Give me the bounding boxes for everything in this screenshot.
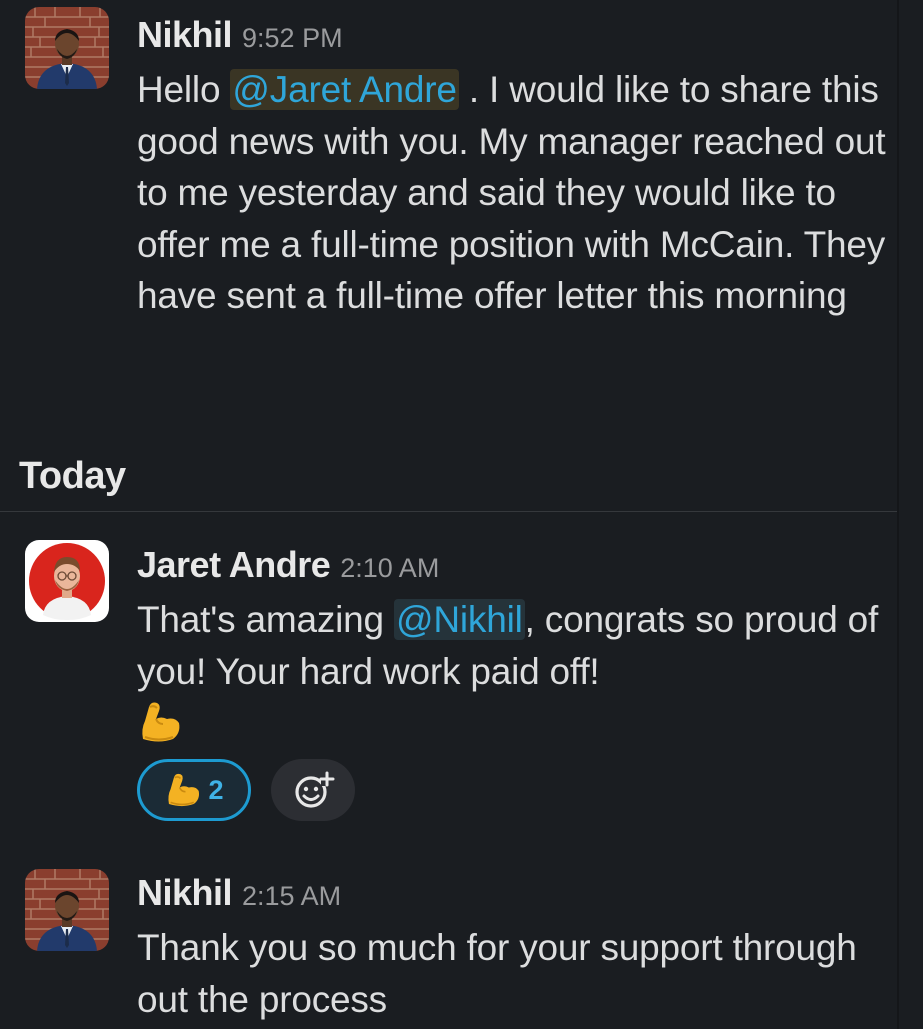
add-reaction-button[interactable]	[271, 759, 355, 821]
message-header: Nikhil 2:15 AM	[137, 872, 895, 920]
day-divider-label[interactable]: Today	[19, 455, 126, 498]
day-divider: Today	[0, 455, 897, 512]
timestamp[interactable]: 2:15 AM	[242, 881, 341, 912]
message-text: Thank you so much for your support throu…	[137, 927, 857, 1020]
scrollbar[interactable]	[897, 0, 923, 1029]
add-reaction-icon	[295, 771, 335, 808]
message-text: Hello @Jaret Andre . I would like to sha…	[137, 64, 895, 322]
timestamp[interactable]: 2:10 AM	[340, 553, 439, 584]
author-name[interactable]: Nikhil	[137, 14, 233, 56]
author-name[interactable]: Jaret Andre	[137, 544, 331, 586]
flexed-biceps-emoji	[137, 699, 895, 747]
timestamp[interactable]: 9:52 PM	[242, 23, 343, 54]
mention-nikhil[interactable]: @Nikhil	[394, 599, 525, 640]
reaction-count: 2	[208, 774, 224, 805]
reactions-bar: 2	[137, 759, 895, 821]
scrollbar-edge	[897, 0, 899, 1029]
avatar-nikhil[interactable]	[25, 7, 109, 89]
message-header: Nikhil 9:52 PM	[137, 14, 895, 62]
message-text-before: Hello	[137, 69, 231, 110]
message-header: Jaret Andre 2:10 AM	[137, 544, 895, 592]
avatar-nikhil[interactable]	[25, 869, 109, 951]
divider-line	[0, 511, 897, 512]
mention-jaret-andre[interactable]: @Jaret Andre	[230, 69, 459, 110]
message-text-before: That's amazing	[137, 599, 395, 640]
author-name[interactable]: Nikhil	[137, 872, 233, 914]
message-text: That's amazing @Nikhil, congrats so prou…	[137, 594, 895, 697]
reaction-flexed-biceps[interactable]: 2	[137, 759, 251, 821]
avatar-jaret-andre[interactable]	[25, 540, 109, 622]
flexed-biceps-icon	[168, 773, 200, 807]
